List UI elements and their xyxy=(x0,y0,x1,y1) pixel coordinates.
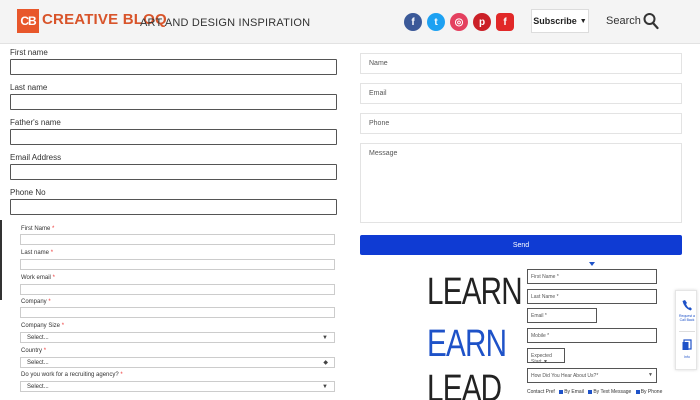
message-textarea[interactable]: Message xyxy=(360,143,682,223)
site-header: CB CREATIVE BLOQ ART AND DESIGN INSPIRAT… xyxy=(0,0,700,44)
promo-email-field: Email * xyxy=(527,308,597,323)
search-icon[interactable] xyxy=(643,12,659,30)
send-button[interactable]: Send xyxy=(360,235,682,255)
flipboard-icon[interactable]: f xyxy=(496,13,514,31)
subscribe-button[interactable]: Subscribe ▼ xyxy=(531,9,589,33)
promo-contact-pref: Contact Pref By Email By Text Message By… xyxy=(527,389,663,395)
info-label[interactable]: Info xyxy=(676,355,698,359)
country-select[interactable]: Select... ◆ xyxy=(20,357,335,368)
fathers-name-input[interactable] xyxy=(10,129,337,145)
document-icon[interactable] xyxy=(682,339,692,351)
email-label: Email Address xyxy=(10,153,62,162)
phone-icon[interactable] xyxy=(682,299,692,311)
logo-mark[interactable]: CB xyxy=(17,9,39,33)
name-input[interactable]: Name xyxy=(360,53,682,74)
promo-first-name-field: First Name * xyxy=(527,269,657,284)
promo-word-lead: LEAD xyxy=(427,368,502,400)
email-input[interactable] xyxy=(10,164,337,180)
promo-last-name-field: Last Name * xyxy=(527,289,657,304)
company-size-label: Company Size * xyxy=(21,323,65,329)
lead-last-name-input[interactable] xyxy=(20,259,335,270)
subscribe-label: Subscribe xyxy=(533,16,577,26)
lead-last-name-label: Last name * xyxy=(21,250,54,256)
phone-input[interactable] xyxy=(10,199,337,215)
twitter-icon[interactable]: t xyxy=(427,13,445,31)
site-tagline: ART AND DESIGN INSPIRATION xyxy=(140,17,311,29)
promo-divider xyxy=(596,308,597,323)
company-input[interactable] xyxy=(20,307,335,318)
email-input-contact[interactable]: Email xyxy=(360,83,682,104)
company-label: Company * xyxy=(21,299,51,305)
work-email-label: Work email * xyxy=(21,275,55,281)
promo-expected-start-select: Expected Start ▼ xyxy=(527,348,565,365)
instagram-icon[interactable]: ◎ xyxy=(450,13,468,31)
fathers-name-label: Father's name xyxy=(10,118,61,127)
last-name-label: Last name xyxy=(10,83,48,92)
phone-input-contact[interactable]: Phone xyxy=(360,113,682,134)
search-label[interactable]: Search xyxy=(606,15,641,27)
first-name-input[interactable] xyxy=(10,59,337,75)
company-size-select[interactable]: Select... ▼ xyxy=(20,332,335,343)
promo-heard-about-select: How Did You Hear About Us?* ▼ xyxy=(527,368,657,383)
pinterest-icon[interactable]: p xyxy=(473,13,491,31)
chevron-down-icon: ◆ xyxy=(323,360,328,366)
recruiting-agency-label: Do you work for a recruiting agency? * xyxy=(21,372,123,378)
promo-word-learn: LEARN xyxy=(427,271,523,313)
chevron-down-icon: ▼ xyxy=(322,384,328,390)
promo-word-earn: EARN xyxy=(427,323,507,365)
call-back-label[interactable]: Request a Call Back xyxy=(676,314,698,322)
chevron-down-icon xyxy=(589,262,595,266)
first-name-label: First name xyxy=(10,48,48,57)
side-contact-widget[interactable]: Request a Call Back Info xyxy=(675,290,697,370)
lead-first-name-input[interactable] xyxy=(20,234,335,245)
promo-mobile-field: Mobile * xyxy=(527,328,657,343)
work-email-input[interactable] xyxy=(20,284,335,295)
chevron-down-icon: ▼ xyxy=(322,335,328,341)
recruiting-agency-select[interactable]: Select... ▼ xyxy=(20,381,335,392)
facebook-icon[interactable]: f xyxy=(404,13,422,31)
phone-label: Phone No xyxy=(10,188,46,197)
chevron-down-icon: ▼ xyxy=(579,17,587,25)
lead-first-name-label: First Name * xyxy=(21,226,55,232)
country-label: Country * xyxy=(21,348,47,354)
last-name-input[interactable] xyxy=(10,94,337,110)
widget-divider xyxy=(679,331,695,332)
left-edge-bar xyxy=(0,220,2,300)
